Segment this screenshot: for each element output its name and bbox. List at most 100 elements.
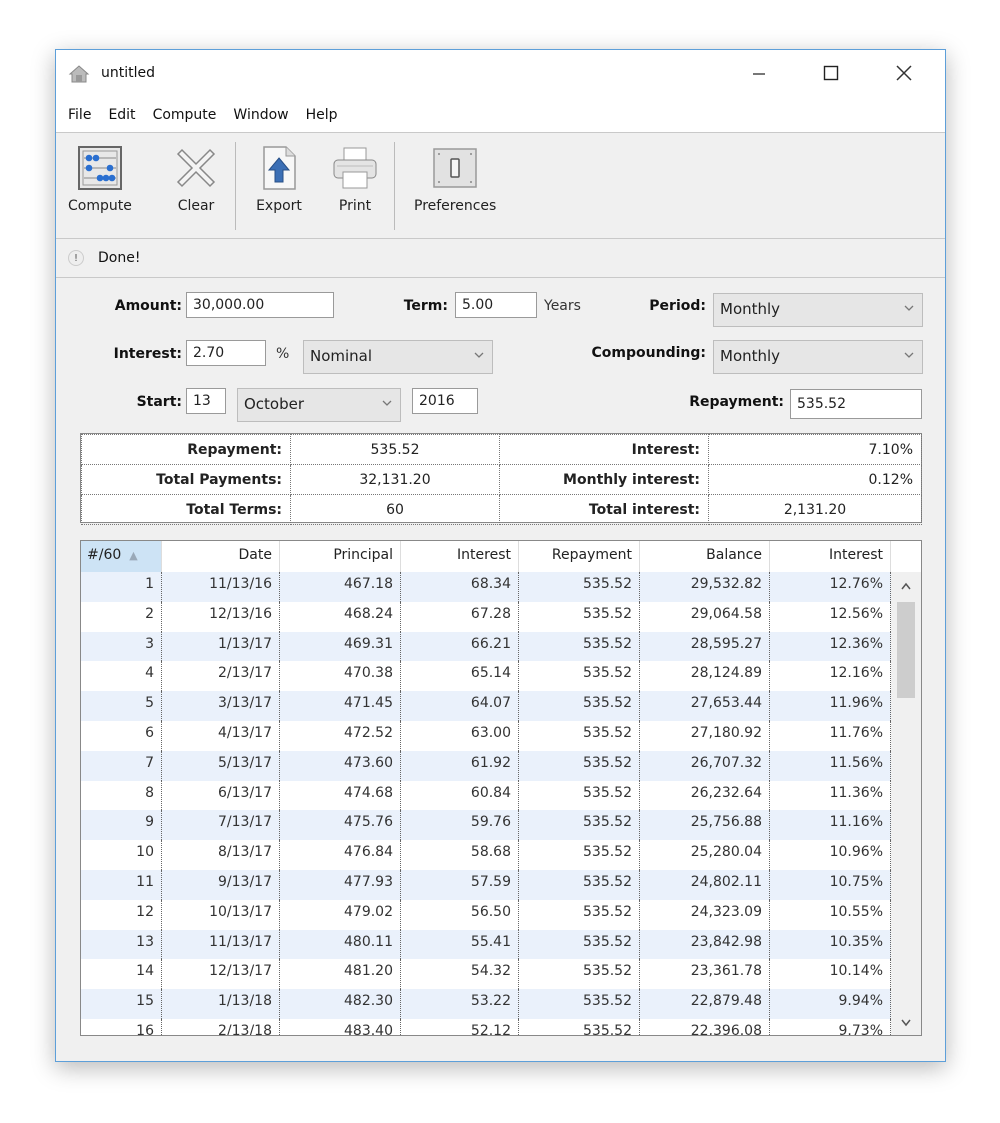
column-header-label: Balance <box>706 547 762 563</box>
column-header-repayment[interactable]: Repayment <box>519 541 640 572</box>
cell-principal: 467.18 <box>280 572 401 602</box>
cell-interest: 67.28 <box>401 601 519 632</box>
column-header-principal[interactable]: Principal <box>280 541 401 572</box>
table-row[interactable]: 10 8/13/17 476.84 58.68 535.52 25,280.04 10.96… <box>81 840 891 870</box>
table-row[interactable]: 9 7/13/17 475.76 59.76 535.52 25,756.88 11.16% <box>81 810 891 841</box>
column-header-label: Interest <box>829 547 883 563</box>
clear-button[interactable]: Clear <box>172 144 220 214</box>
maximize-button[interactable] <box>808 58 854 88</box>
sort-ascending-icon: ▲ <box>129 549 138 562</box>
scroll-up-button[interactable] <box>891 572 921 600</box>
cell-interest: 63.00 <box>401 720 519 751</box>
window-title: untitled <box>101 65 156 81</box>
title-bar[interactable]: untitled <box>56 50 945 98</box>
cell-repayment: 535.52 <box>519 959 640 990</box>
cell-interest-rate: 11.36% <box>770 780 891 811</box>
cell-repayment: 535.52 <box>519 989 640 1019</box>
cell-date: 1/13/18 <box>162 989 280 1019</box>
term-input[interactable] <box>455 292 537 318</box>
table-row[interactable]: 14 12/13/17 481.20 54.32 535.52 23,361.78 10.1… <box>81 959 891 990</box>
cell-repayment: 535.52 <box>519 780 640 811</box>
table-row[interactable]: 11 9/13/17 477.93 57.59 535.52 24,802.11 10.75… <box>81 869 891 900</box>
cell-balance: 28,595.27 <box>640 631 770 662</box>
cell-balance: 27,653.44 <box>640 691 770 721</box>
table-row[interactable]: 6 4/13/17 472.52 63.00 535.52 27,180.92 11.76% <box>81 720 891 751</box>
maximize-icon <box>823 65 839 81</box>
interest-label: Interest: <box>113 346 182 362</box>
column-header-interest-rate[interactable]: Interest <box>770 541 891 572</box>
cell-interest-rate: 9.73% <box>770 1018 891 1035</box>
minimize-button[interactable] <box>736 58 782 88</box>
repayment-input[interactable] <box>790 389 922 419</box>
cell-number: 14 <box>81 959 162 990</box>
cell-date: 9/13/17 <box>162 869 280 900</box>
summary-value: 0.12% <box>708 464 922 495</box>
column-header-number[interactable]: #/60 ▲ <box>81 541 162 572</box>
summary-key: Total Payments: <box>81 464 291 495</box>
print-button[interactable]: Print <box>331 144 379 214</box>
preferences-button[interactable]: Preferences <box>414 144 496 214</box>
interest-type-select[interactable]: Nominal <box>303 340 493 374</box>
column-header-label: Repayment <box>551 547 632 563</box>
cell-balance: 28,124.89 <box>640 661 770 692</box>
scroll-thumb[interactable] <box>897 602 915 698</box>
clear-x-icon <box>176 148 216 188</box>
table-row[interactable]: 3 1/13/17 469.31 66.21 535.52 28,595.27 12.36% <box>81 631 891 662</box>
summary-row: Total Payments: 32,131.20 Monthly intere… <box>81 464 922 495</box>
cell-principal: 470.38 <box>280 661 401 692</box>
table-row[interactable]: 7 5/13/17 473.60 61.92 535.52 26,707.32 11.56% <box>81 750 891 781</box>
start-month-select[interactable]: October <box>237 388 401 422</box>
cell-interest-rate: 12.56% <box>770 601 891 632</box>
menu-window[interactable]: Window <box>227 107 294 123</box>
export-button[interactable]: Export <box>255 144 303 214</box>
period-select[interactable]: Monthly <box>713 293 923 327</box>
table-row[interactable]: 8 6/13/17 474.68 60.84 535.52 26,232.64 11.36% <box>81 780 891 811</box>
close-button[interactable] <box>881 58 927 88</box>
compute-button[interactable]: Compute <box>68 144 132 214</box>
table-row[interactable]: 16 2/13/18 483.40 52.12 535.52 22,396.08 9.73% <box>81 1018 891 1035</box>
info-icon: ! <box>68 250 84 266</box>
cell-repayment: 535.52 <box>519 840 640 870</box>
cell-number: 3 <box>81 631 162 662</box>
repayment-label: Repayment: <box>689 394 784 410</box>
menu-file[interactable]: File <box>62 107 97 123</box>
start-year-input[interactable] <box>412 388 478 414</box>
cell-principal: 473.60 <box>280 750 401 781</box>
table-row[interactable]: 15 1/13/18 482.30 53.22 535.52 22,879.48 9.94% <box>81 989 891 1019</box>
menu-help[interactable]: Help <box>300 107 344 123</box>
amount-input[interactable] <box>186 292 334 318</box>
interest-input[interactable] <box>186 340 266 366</box>
cell-principal: 472.52 <box>280 720 401 751</box>
cell-number: 12 <box>81 899 162 930</box>
cell-date: 11/13/16 <box>162 572 280 602</box>
table-row[interactable]: 12 10/13/17 479.02 56.50 535.52 24,323.09 10.5… <box>81 899 891 930</box>
column-header-balance[interactable]: Balance <box>640 541 770 572</box>
table-row[interactable]: 2 12/13/16 468.24 67.28 535.52 29,064.58 12.56… <box>81 601 891 632</box>
cell-interest-rate: 12.76% <box>770 572 891 602</box>
compounding-value: Monthly <box>720 347 781 365</box>
table-row[interactable]: 13 11/13/17 480.11 55.41 535.52 23,842.98 10.3… <box>81 929 891 960</box>
cell-number: 15 <box>81 989 162 1019</box>
menu-edit[interactable]: Edit <box>102 107 141 123</box>
menu-bar: File Edit Compute Window Help <box>56 98 945 133</box>
column-header-date[interactable]: Date <box>162 541 280 572</box>
period-value: Monthly <box>720 300 781 318</box>
table-row[interactable]: 5 3/13/17 471.45 64.07 535.52 27,653.44 11.96% <box>81 691 891 721</box>
menu-compute[interactable]: Compute <box>147 107 223 123</box>
cell-principal: 468.24 <box>280 601 401 632</box>
cell-interest: 61.92 <box>401 750 519 781</box>
summary-value: 32,131.20 <box>290 464 500 495</box>
column-header-interest[interactable]: Interest <box>401 541 519 572</box>
cell-number: 4 <box>81 661 162 692</box>
cell-balance: 24,802.11 <box>640 869 770 900</box>
vertical-scrollbar[interactable] <box>891 572 921 1035</box>
cell-balance: 27,180.92 <box>640 720 770 751</box>
cell-principal: 479.02 <box>280 899 401 930</box>
compounding-select[interactable]: Monthly <box>713 340 923 374</box>
start-day-input[interactable] <box>186 388 226 414</box>
cell-interest: 52.12 <box>401 1018 519 1035</box>
table-row[interactable]: 1 11/13/16 467.18 68.34 535.52 29,532.82 12.76… <box>81 572 891 602</box>
schedule-table: #/60 ▲ Date Principal Interest Repayment Balan… <box>80 540 922 1036</box>
scroll-down-button[interactable] <box>891 1009 921 1035</box>
table-row[interactable]: 4 2/13/17 470.38 65.14 535.52 28,124.89 12.16% <box>81 661 891 692</box>
